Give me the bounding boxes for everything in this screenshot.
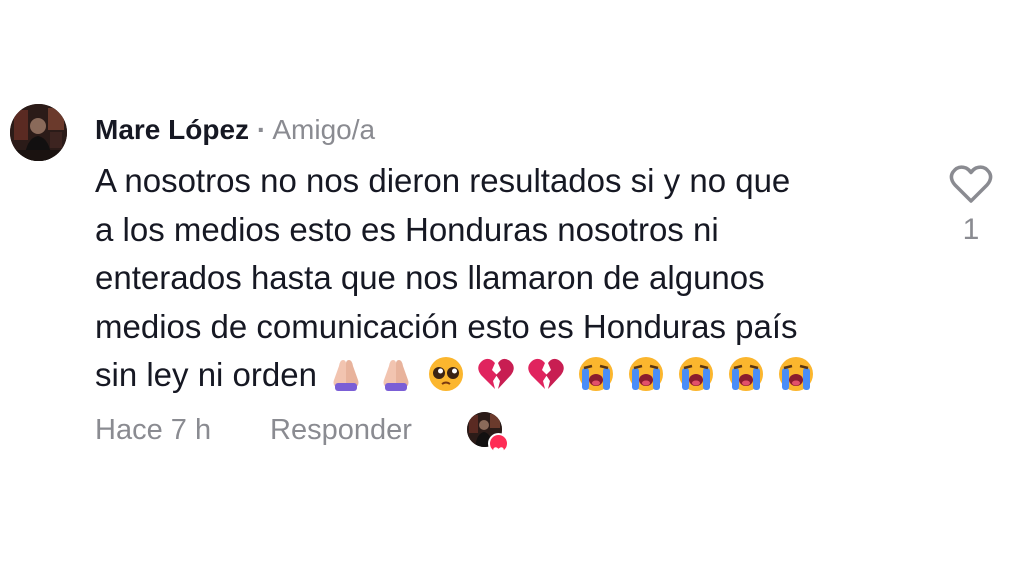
broken-heart-icon xyxy=(526,356,566,392)
pleading-face-icon xyxy=(426,356,466,392)
like-count: 1 xyxy=(962,213,980,246)
comment: Mare López · Amigo/a A nosotros no nos d… xyxy=(0,0,1024,576)
heart-outline-icon[interactable] xyxy=(948,163,994,205)
relation-badge: Amigo/a xyxy=(272,114,376,145)
broken-heart-icon xyxy=(476,356,516,392)
folded-hands-icon xyxy=(376,356,416,392)
loudly-crying-face-icon xyxy=(776,356,816,392)
author-avatar[interactable] xyxy=(10,104,67,161)
folded-hands-icon xyxy=(326,356,366,392)
author-name[interactable]: Mare López xyxy=(95,114,249,145)
loudly-crying-face-icon xyxy=(726,356,766,392)
comment-footer: Hace 7 h Responder xyxy=(95,410,695,456)
comment-line-last: sin ley ni orden xyxy=(95,351,915,400)
comment-text: A nosotros no nos dieron resultados si y… xyxy=(95,157,915,400)
creator-liked-indicator xyxy=(467,410,511,456)
like-column: 1 xyxy=(946,163,996,247)
comment-header: Mare López · Amigo/a xyxy=(95,112,375,148)
loudly-crying-face-icon xyxy=(676,356,716,392)
loudly-crying-face-icon xyxy=(626,356,666,392)
comment-line: enterados hasta que nos llamaron de algu… xyxy=(95,259,765,296)
comment-line: A nosotros no nos dieron resultados si y… xyxy=(95,162,791,199)
comment-line: sin ley ni orden xyxy=(95,356,317,393)
comment-line: a los medios esto es Honduras nosotros n… xyxy=(95,210,719,248)
header-separator: · xyxy=(256,114,267,145)
loudly-crying-face-icon xyxy=(576,356,616,392)
heart-badge-icon xyxy=(488,433,509,456)
comment-line: medios de comunicación esto es Honduras … xyxy=(95,307,798,345)
reply-button[interactable]: Responder xyxy=(270,414,412,447)
comment-timestamp: Hace 7 h xyxy=(95,414,212,446)
